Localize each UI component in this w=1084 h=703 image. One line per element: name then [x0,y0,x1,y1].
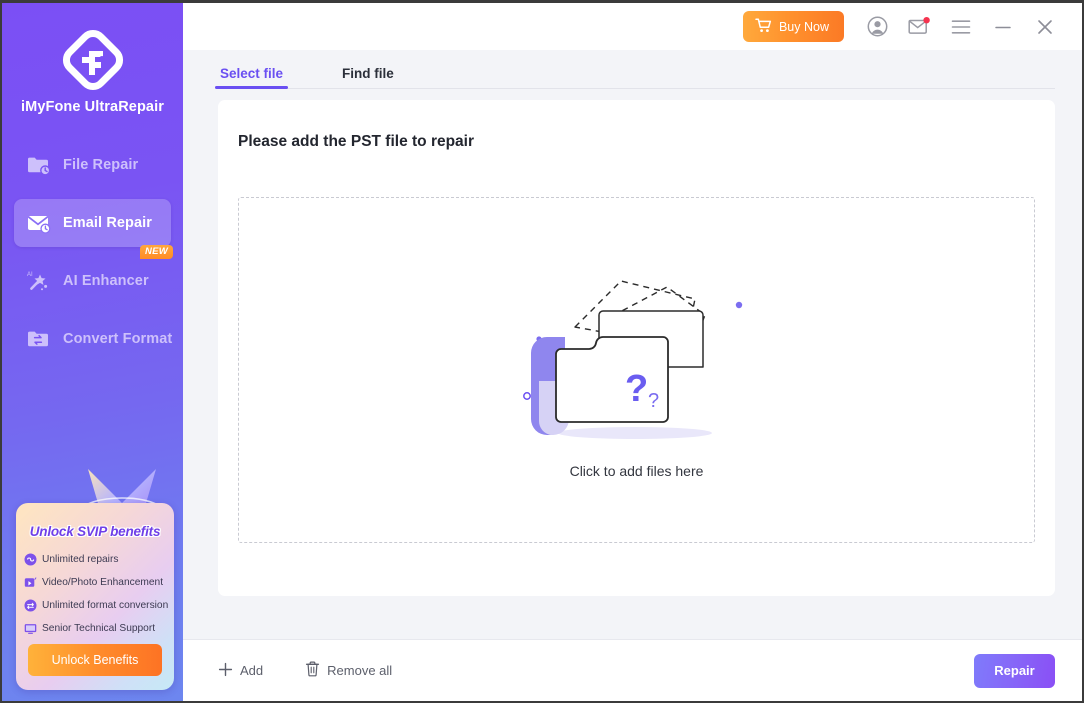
tab-select-file[interactable]: Select file [214,66,289,89]
new-badge: NEW [140,245,174,259]
trash-icon [305,661,320,680]
main-area: Buy Now Select file Find file Please add… [183,3,1082,701]
ai-wand-icon: AI [26,268,52,294]
benefit-label: Unlimited repairs [42,554,119,565]
hamburger-menu-icon[interactable] [940,9,982,45]
benefit-label: Video/Photo Enhancement [42,577,164,588]
footer-toolbar: Add Remove all Repair [183,639,1082,701]
monitor-support-icon [24,622,37,635]
dropzone-caption: Click to add files here [569,463,704,479]
brand-name: iMyFone UltraRepair [21,99,164,115]
list-item: Unlimited repairs [24,548,174,571]
sidebar: iMyFone UltraRepair File Repair Email Re… [2,3,183,701]
add-button[interactable]: Add [218,662,263,680]
video-play-icon [24,576,37,589]
folder-convert-icon [26,326,52,352]
sidebar-item-convert-format[interactable]: Convert Format [14,315,173,363]
close-icon[interactable] [1024,9,1066,45]
svg-text:?: ? [648,390,659,412]
sidebar-item-label: AI Enhancer [63,273,149,289]
account-avatar-icon[interactable] [856,9,898,45]
sidebar-item-label: Email Repair [63,215,153,231]
svip-promo-card[interactable]: Unlock SVIP benefits Unlimited repairs V… [16,503,174,690]
repair-button[interactable]: Repair [974,653,1055,688]
content-area: Please add the PST file to repair ? ? Cl… [183,89,1082,639]
shopping-cart-icon [755,17,772,37]
tab-bar: Select file Find file [183,50,1082,89]
select-file-panel: Please add the PST file to repair ? ? Cl… [218,100,1055,596]
window-titlebar: Buy Now [183,3,1082,50]
benefit-label: Unlimited format conversion [42,600,169,611]
empty-folder-question-illustration: ? ? [517,261,757,451]
svg-text:?: ? [625,368,648,410]
plus-icon [218,662,233,680]
imyfone-logo-icon [62,29,124,91]
sidebar-item-file-repair[interactable]: File Repair [14,141,171,189]
minimize-icon[interactable] [982,9,1024,45]
benefit-label: Senior Technical Support [42,623,156,634]
sidebar-item-email-repair[interactable]: Email Repair [14,199,171,247]
app-logo [2,28,183,92]
remove-all-label: Remove all [327,663,393,678]
sidebar-nav: File Repair Email Repair AI AI Enhancer … [2,141,183,363]
svip-benefit-list: Unlimited repairs Video/Photo Enhancemen… [24,548,174,640]
svip-promo-title: Unlock SVIP benefits [29,524,161,539]
remove-all-button[interactable]: Remove all [305,661,392,680]
folder-clock-icon [26,152,52,178]
envelope-clock-icon [26,210,52,236]
page-title: Please add the PST file to repair [238,133,475,150]
application-window: iMyFone UltraRepair File Repair Email Re… [0,0,1084,703]
add-label: Add [240,663,264,678]
list-item: Senior Technical Support [24,617,174,640]
list-item: Video/Photo Enhancement [24,571,174,594]
buy-now-button[interactable]: Buy Now [742,11,844,42]
sidebar-item-label: Convert Format [63,331,173,347]
infinity-badge-icon [24,553,37,566]
tab-find-file[interactable]: Find file [340,66,396,89]
list-item: Unlimited format conversion [24,594,174,617]
mail-notification-icon[interactable] [898,9,940,45]
sidebar-item-label: File Repair [63,157,139,173]
buy-now-label: Buy Now [778,19,829,34]
file-dropzone[interactable]: ? ? Click to add files here [238,197,1035,543]
sidebar-item-ai-enhancer[interactable]: AI AI Enhancer NEW [14,245,174,305]
unlock-benefits-button[interactable]: Unlock Benefits [28,644,162,676]
convert-badge-icon [24,599,37,612]
svg-text:AI: AI [27,272,33,278]
